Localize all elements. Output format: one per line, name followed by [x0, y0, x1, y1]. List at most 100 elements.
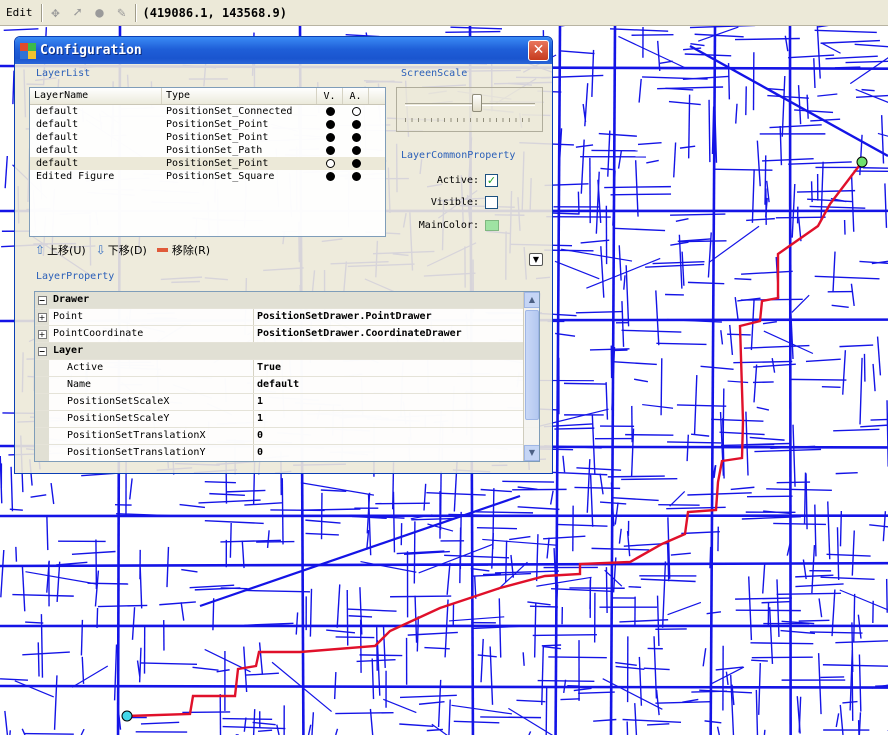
- edit-menu[interactable]: Edit: [0, 6, 39, 19]
- scroll-up-icon[interactable]: ▲: [524, 292, 539, 308]
- property-row[interactable]: + Point PositionSetDrawer.PointDrawer: [35, 309, 539, 326]
- visible-checkbox[interactable]: [485, 196, 498, 209]
- layer-list[interactable]: LayerName Type V. A. default PositionSet_…: [29, 87, 386, 237]
- route-start-marker[interactable]: [121, 710, 133, 722]
- move-up-button[interactable]: ⇧ 上移(U): [35, 242, 86, 258]
- move-down-button[interactable]: ⇩ 下移(D): [96, 242, 147, 258]
- visible-radio-icon[interactable]: [325, 133, 335, 142]
- property-value[interactable]: 1: [254, 394, 263, 410]
- road-segment: [80, 728, 85, 735]
- visible-radio-icon[interactable]: [325, 146, 335, 155]
- road-segment: [179, 503, 206, 509]
- road-segment: [835, 471, 858, 475]
- select-arrow-icon[interactable]: ➚: [67, 2, 89, 24]
- screen-scale-slider[interactable]: [396, 87, 543, 132]
- property-value[interactable]: 0: [254, 428, 263, 444]
- road-segment: [735, 103, 738, 124]
- property-value[interactable]: default: [254, 377, 299, 393]
- point-tool-icon[interactable]: ●: [89, 2, 111, 24]
- property-value[interactable]: 1: [254, 411, 263, 427]
- road-segment: [813, 58, 816, 89]
- property-gutter: [35, 445, 49, 461]
- active-radio-icon[interactable]: [351, 159, 361, 168]
- property-value[interactable]: PositionSetDrawer.CoordinateDrawer: [254, 326, 462, 342]
- active-radio-icon[interactable]: [351, 172, 361, 181]
- road-segment: [779, 125, 783, 166]
- layer-row[interactable]: default PositionSet_Point: [30, 118, 385, 131]
- eraser-icon[interactable]: ✎: [111, 2, 133, 24]
- layer-property-grid[interactable]: − Drawer + Point PositionSetDrawer.PointDraw…: [34, 291, 540, 462]
- expand-toggle-icon[interactable]: +: [37, 329, 47, 339]
- property-category-row[interactable]: − Layer: [35, 343, 539, 360]
- road-segment: [451, 704, 512, 715]
- close-button[interactable]: ✕: [528, 40, 549, 61]
- road-segment: [761, 600, 792, 604]
- road-segment: [257, 729, 273, 733]
- visible-cell: [317, 131, 343, 144]
- road-segment: [453, 720, 500, 724]
- road-segment: [795, 574, 834, 578]
- property-value[interactable]: 0: [254, 445, 263, 461]
- active-checkbox[interactable]: ✓: [485, 174, 498, 187]
- main-color-swatch[interactable]: [485, 220, 499, 231]
- layer-row[interactable]: default PositionSet_Path: [30, 144, 385, 157]
- layer-row[interactable]: Edited Figure PositionSet_Square: [30, 170, 385, 183]
- property-value[interactable]: True: [254, 360, 281, 376]
- property-row[interactable]: PositionSetTranslationX 0: [35, 428, 539, 445]
- layer-row[interactable]: default PositionSet_Point: [30, 131, 385, 144]
- road-segment: [81, 656, 85, 684]
- collapse-chevron-icon[interactable]: ▼: [529, 253, 543, 266]
- active-radio-icon[interactable]: [351, 133, 361, 142]
- property-row[interactable]: PositionSetTranslationY 0: [35, 445, 539, 461]
- visible-radio-icon[interactable]: [325, 120, 335, 129]
- dialog-titlebar[interactable]: Configuration ✕: [15, 37, 552, 64]
- road-segment: [762, 320, 777, 325]
- pan-icon[interactable]: ✥: [45, 2, 67, 24]
- road-segment: [657, 86, 724, 90]
- slider-thumb[interactable]: [471, 94, 482, 112]
- road-segment: [817, 653, 822, 715]
- column-header-visible[interactable]: V.: [317, 88, 343, 104]
- road-segment: [605, 382, 609, 420]
- road-segment: [621, 301, 625, 347]
- column-header-layername[interactable]: LayerName: [30, 88, 162, 104]
- remove-button[interactable]: 移除(R): [156, 242, 210, 258]
- active-radio-icon[interactable]: [351, 146, 361, 155]
- route-end-marker[interactable]: [856, 156, 868, 168]
- visible-radio-icon[interactable]: [325, 107, 335, 116]
- property-category-row[interactable]: − Drawer: [35, 292, 539, 309]
- visible-label: Visible:: [430, 197, 479, 208]
- scroll-down-icon[interactable]: ▼: [524, 445, 539, 461]
- toolbar-separator: [40, 3, 43, 22]
- property-grid-scrollbar[interactable]: ▲ ▼: [523, 292, 539, 461]
- collapse-toggle-icon[interactable]: −: [37, 295, 47, 305]
- road-segment: [820, 39, 880, 44]
- road-segment: [687, 281, 725, 285]
- layer-row[interactable]: default PositionSet_Point: [30, 157, 385, 170]
- column-header-type[interactable]: Type: [162, 88, 317, 104]
- road-segment: [706, 611, 722, 615]
- road-segment: [708, 99, 711, 163]
- visible-radio-icon[interactable]: [325, 159, 335, 168]
- configuration-dialog: Configuration ✕ LayerList ScreenScale La…: [14, 36, 553, 474]
- property-row[interactable]: Name default: [35, 377, 539, 394]
- expand-toggle-icon[interactable]: +: [37, 312, 47, 322]
- collapse-toggle-icon[interactable]: −: [37, 346, 47, 356]
- active-radio-icon[interactable]: [351, 120, 361, 129]
- road-segment: [480, 716, 542, 719]
- property-row[interactable]: PositionSetScaleY 1: [35, 411, 539, 428]
- property-row[interactable]: + PointCoordinate PositionSetDrawer.Coordi…: [35, 326, 539, 343]
- layer-name-cell: default: [36, 158, 79, 169]
- road-segment: [752, 381, 774, 384]
- property-value[interactable]: PositionSetDrawer.PointDrawer: [254, 309, 432, 325]
- road-segment: [678, 240, 727, 243]
- property-row[interactable]: Active True: [35, 360, 539, 377]
- layer-row[interactable]: default PositionSet_Connected: [30, 105, 385, 118]
- visible-radio-icon[interactable]: [325, 172, 335, 181]
- property-row[interactable]: PositionSetScaleX 1: [35, 394, 539, 411]
- scroll-thumb[interactable]: [525, 310, 539, 420]
- road-segment: [226, 489, 266, 493]
- column-header-active[interactable]: A.: [343, 88, 369, 104]
- active-radio-icon[interactable]: [351, 107, 361, 116]
- road-segment: [734, 278, 752, 281]
